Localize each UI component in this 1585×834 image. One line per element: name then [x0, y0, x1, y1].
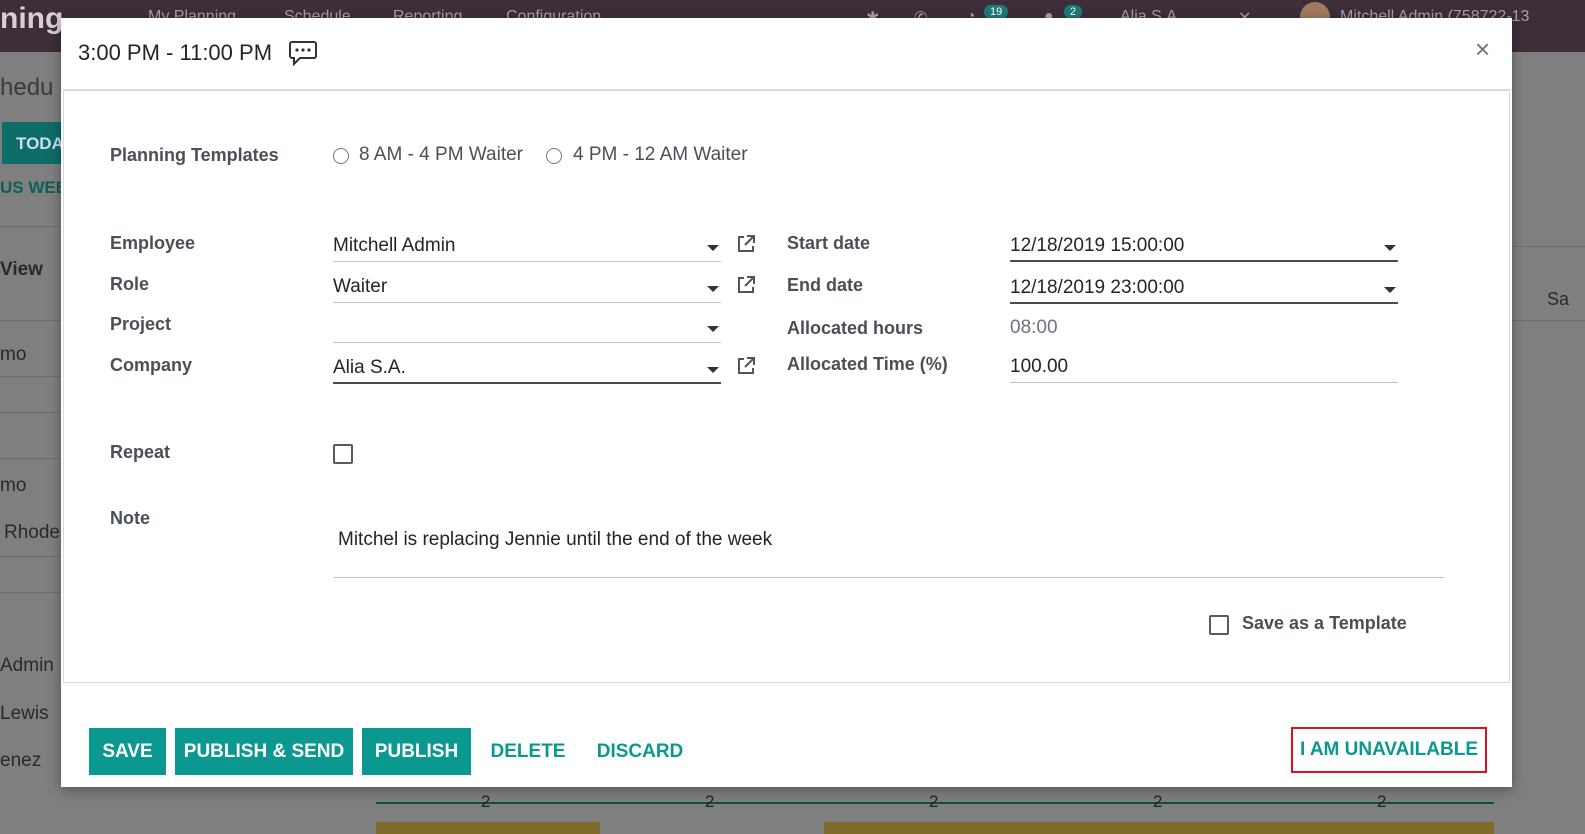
allocated-time-value: 100.00 [1010, 356, 1069, 377]
chevron-down-icon[interactable] [707, 326, 719, 332]
project-label: Project [110, 314, 172, 334]
row-label: enez [0, 750, 42, 771]
comment-icon [289, 41, 317, 66]
app-brand: ning [0, 2, 64, 35]
timeline-count: 2 [1377, 792, 1387, 811]
template-option-label[interactable]: 4 PM - 12 AM Waiter [573, 144, 748, 166]
role-field[interactable]: Waiter [333, 274, 721, 303]
row-label: Admin [0, 655, 54, 676]
end-date-field[interactable]: 12/18/2019 23:00:00 [1010, 275, 1398, 304]
company-value: Alia S.A. [333, 357, 406, 378]
company-label: Company [110, 355, 193, 375]
row-divider [0, 458, 65, 459]
allocated-time-field[interactable]: 100.00 [1010, 354, 1398, 383]
timeline-count: 2 [481, 792, 491, 811]
close-button[interactable]: × [1475, 36, 1490, 62]
row-divider [0, 556, 65, 557]
end-date-label: End date [787, 275, 864, 295]
allocated-hours-label: Allocated hours [787, 318, 924, 338]
end-date-value: 12/18/2019 23:00:00 [1010, 277, 1185, 298]
start-date-label: Start date [787, 233, 871, 253]
note-textarea[interactable]: Mitchel is replacing Jennie until the en… [334, 511, 1444, 578]
start-date-field[interactable]: 12/18/2019 15:00:00 [1010, 233, 1398, 262]
row-divider [0, 226, 65, 227]
role-value: Waiter [333, 276, 388, 297]
repeat-checkbox[interactable] [333, 444, 353, 464]
row-divider [1512, 320, 1585, 321]
planning-templates-label: Planning Templates [110, 145, 279, 165]
chevron-down-icon[interactable] [707, 245, 719, 251]
dialog-title: 3:00 PM - 11:00 PM [78, 40, 273, 65]
external-link-icon[interactable] [735, 355, 757, 377]
template-radio[interactable] [546, 148, 562, 164]
template-option-label[interactable]: 8 AM - 4 PM Waiter [359, 144, 523, 166]
note-text: Mitchel is replacing Jennie until the en… [338, 529, 773, 550]
timeline-count: 2 [929, 792, 939, 811]
row-divider [0, 320, 65, 321]
shift-bar[interactable] [824, 822, 1494, 834]
save-template-checkbox[interactable] [1209, 615, 1229, 635]
today-button[interactable]: TODA [2, 122, 64, 164]
discard-button[interactable]: DISCARD [589, 728, 691, 775]
row-divider [0, 412, 65, 413]
dialog-header: 3:00 PM - 11:00 PM × [61, 18, 1512, 90]
row-label: Rhode [4, 522, 60, 543]
row-label: Lewis [0, 703, 49, 724]
repeat-label: Repeat [110, 442, 171, 462]
dialog-body: Planning Templates 8 AM - 4 PM Waiter 4 … [63, 90, 1510, 683]
dialog-footer: SAVE PUBLISH & SEND PUBLISH DELETE DISCA… [61, 686, 1512, 787]
external-link-icon[interactable] [735, 233, 757, 255]
note-label: Note [110, 508, 150, 528]
publish-button[interactable]: PUBLISH [362, 728, 471, 775]
external-link-icon[interactable] [735, 274, 757, 296]
chevron-down-icon[interactable] [1384, 287, 1396, 293]
unavailable-button[interactable]: I AM UNAVAILABLE [1291, 727, 1487, 773]
project-field[interactable] [333, 314, 721, 343]
template-radio[interactable] [333, 148, 349, 164]
previous-week-link[interactable]: US WEE [0, 178, 67, 198]
allocated-time-label: Allocated Time (%) [787, 354, 948, 374]
shift-dialog: 3:00 PM - 11:00 PM × Planning Templates … [61, 18, 1512, 787]
role-label: Role [110, 274, 150, 294]
chevron-down-icon[interactable] [707, 367, 719, 373]
delete-button[interactable]: DELETE [483, 728, 573, 775]
activity-badge: 19 [984, 5, 1009, 19]
save-template-label[interactable]: Save as a Template [1242, 613, 1407, 634]
shift-bar[interactable] [376, 822, 600, 834]
row-divider [1512, 246, 1585, 247]
view-label: View [0, 259, 43, 280]
breadcrumb: hedu [0, 74, 54, 101]
employee-label: Employee [110, 233, 196, 253]
employee-field[interactable]: Mitchell Admin [333, 233, 721, 262]
save-button[interactable]: SAVE [89, 728, 166, 775]
employee-value: Mitchell Admin [333, 235, 456, 256]
start-date-value: 12/18/2019 15:00:00 [1010, 235, 1185, 256]
timeline-count: 2 [1153, 792, 1163, 811]
messages-badge: 2 [1064, 5, 1083, 19]
row-label: mo [0, 475, 27, 496]
publish-send-button[interactable]: PUBLISH & SEND [175, 728, 353, 775]
row-label: mo [0, 344, 27, 365]
row-divider [0, 592, 65, 593]
timeline-count: 2 [705, 792, 715, 811]
company-field[interactable]: Alia S.A. [333, 355, 721, 384]
chevron-down-icon[interactable] [707, 286, 719, 292]
row-divider [0, 376, 65, 377]
chevron-down-icon[interactable] [1384, 245, 1396, 251]
allocated-hours-value: 08:00 [1010, 317, 1058, 338]
day-header-saturday: Sa [1547, 289, 1570, 309]
